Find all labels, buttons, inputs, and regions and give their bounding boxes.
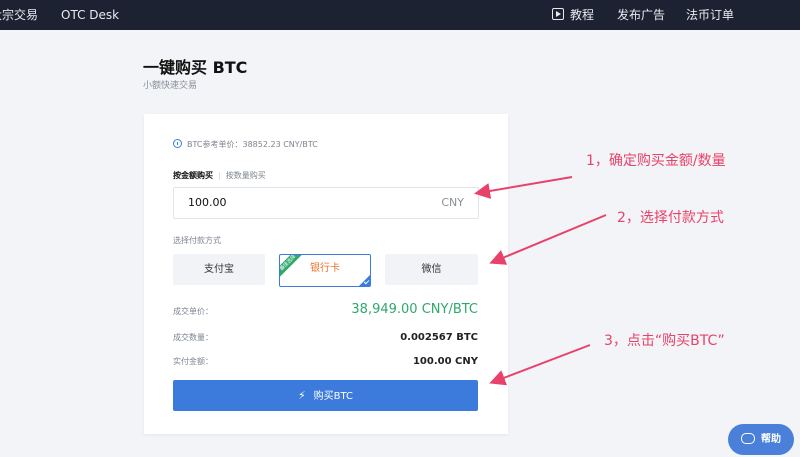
annotation-arrow-1 [474, 176, 573, 199]
annotation-step-3: 3，点击“购买BTC” [604, 333, 725, 349]
annotation-arrow-2 [489, 214, 607, 265]
help-button-label: 帮助 [761, 434, 781, 445]
annotation-arrow-3 [489, 344, 591, 386]
chat-icon [741, 433, 755, 444]
annotation-step-1: 1，确定购买金额/数量 [586, 153, 726, 169]
annotation-step-2: 2，选择付款方式 [617, 210, 724, 226]
annotation-arrows [474, 176, 607, 386]
help-button[interactable]: 帮助 [728, 424, 794, 455]
